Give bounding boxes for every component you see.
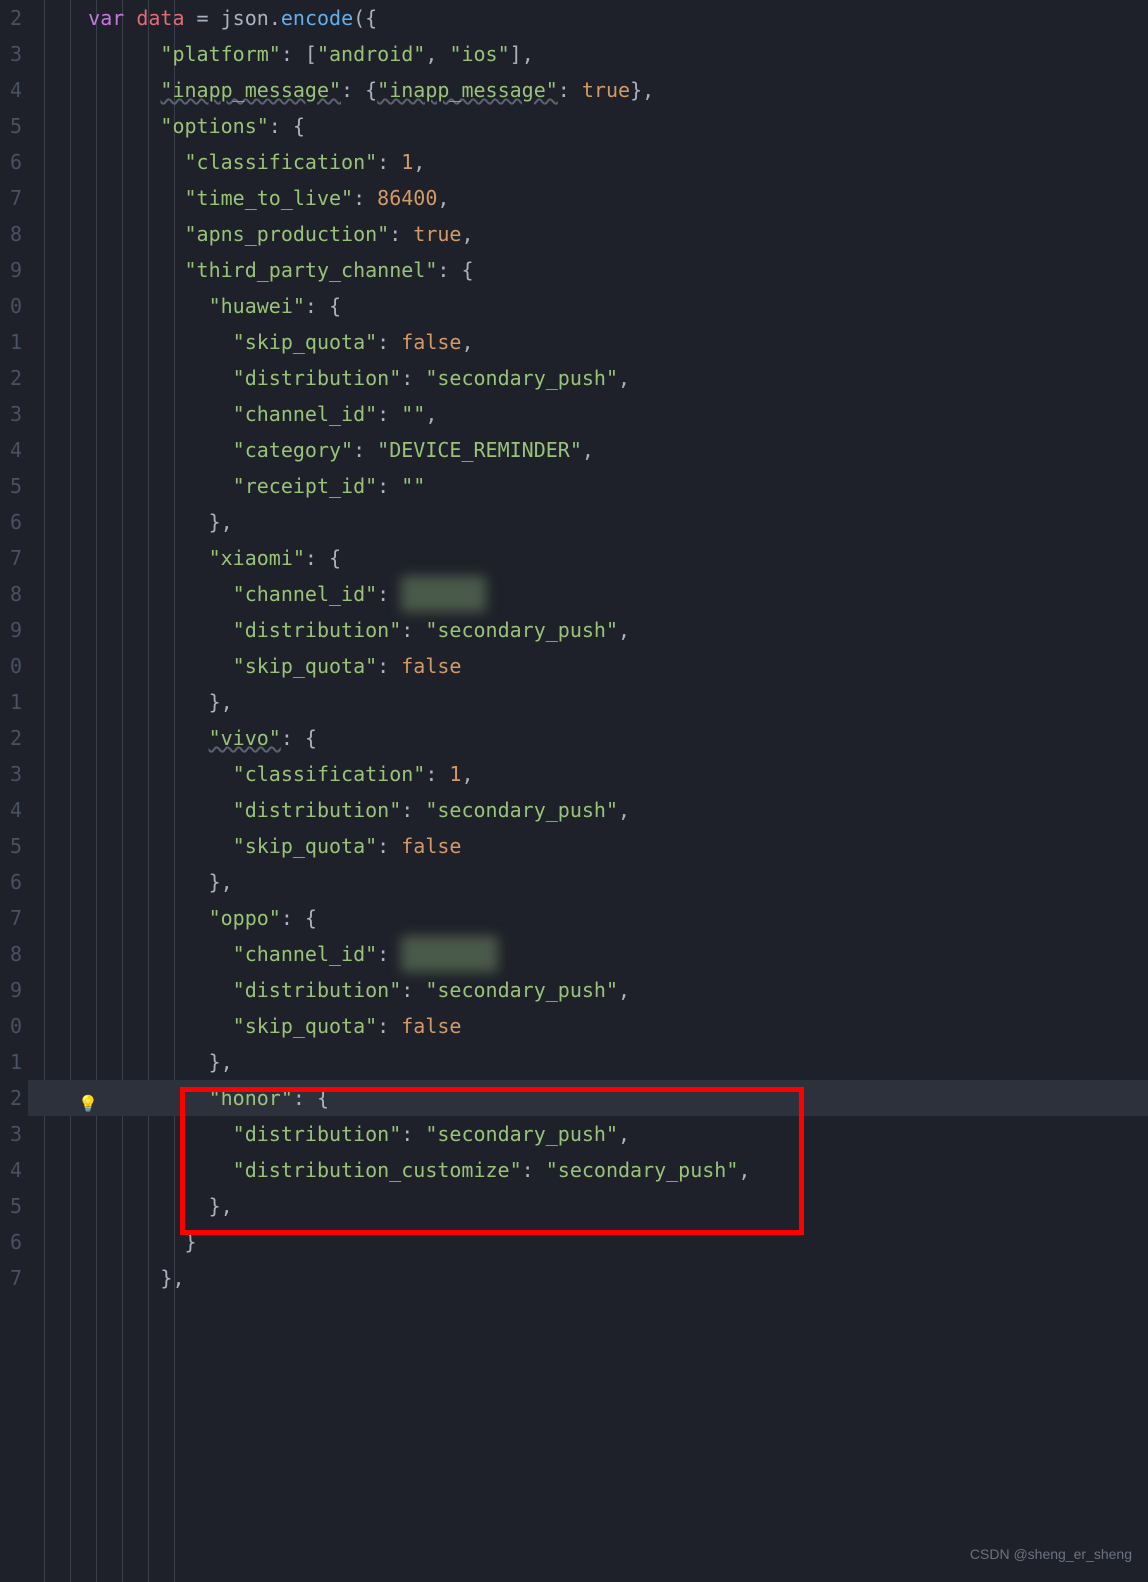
code-line[interactable]: "vivo": {: [28, 720, 1148, 756]
code-line[interactable]: }: [28, 1224, 1148, 1260]
code-line[interactable]: "honor": {: [28, 1080, 1148, 1116]
line-number: 6: [0, 504, 22, 540]
code-line[interactable]: },: [28, 864, 1148, 900]
line-number: 7: [0, 900, 22, 936]
code-content[interactable]: var data = json.encode({ "platform": ["a…: [28, 0, 1148, 1582]
line-number: 0: [0, 288, 22, 324]
code-line[interactable]: "skip_quota": false: [28, 1008, 1148, 1044]
line-number: 5: [0, 468, 22, 504]
code-line[interactable]: "channel_id": xxxxxxxx: [28, 936, 1148, 972]
line-number: 4: [0, 1152, 22, 1188]
code-line[interactable]: "oppo": {: [28, 900, 1148, 936]
code-line[interactable]: "inapp_message": {"inapp_message": true}…: [28, 72, 1148, 108]
line-number: 8: [0, 936, 22, 972]
line-number: 7: [0, 180, 22, 216]
code-line[interactable]: "distribution": "secondary_push",: [28, 792, 1148, 828]
line-number: 2: [0, 360, 22, 396]
line-number: 0: [0, 648, 22, 684]
line-number: 3: [0, 36, 22, 72]
code-editor[interactable]: 234567890123456789012345678901234567 var…: [0, 0, 1148, 1582]
line-number: 6: [0, 144, 22, 180]
line-number: 1: [0, 324, 22, 360]
code-line[interactable]: },: [28, 684, 1148, 720]
code-line[interactable]: "options": {: [28, 108, 1148, 144]
line-number: 7: [0, 540, 22, 576]
line-number: 6: [0, 1224, 22, 1260]
code-line[interactable]: "skip_quota": false: [28, 648, 1148, 684]
line-number: 4: [0, 72, 22, 108]
code-line[interactable]: "distribution": "secondary_push",: [28, 612, 1148, 648]
line-number: 8: [0, 576, 22, 612]
redacted-value: xxxxxxx: [401, 576, 485, 612]
code-line[interactable]: "xiaomi": {: [28, 540, 1148, 576]
code-line[interactable]: },: [28, 1188, 1148, 1224]
watermark-text: CSDN @sheng_er_sheng: [970, 1536, 1132, 1572]
line-number: 9: [0, 612, 22, 648]
lightbulb-icon[interactable]: 💡: [78, 1086, 98, 1122]
code-line[interactable]: },: [28, 1260, 1148, 1296]
code-line[interactable]: "skip_quota": false,: [28, 324, 1148, 360]
code-line[interactable]: "platform": ["android", "ios"],: [28, 36, 1148, 72]
code-line[interactable]: },: [28, 504, 1148, 540]
line-number: 5: [0, 828, 22, 864]
line-number: 2: [0, 0, 22, 36]
line-number: 2: [0, 720, 22, 756]
line-number: 9: [0, 252, 22, 288]
code-line[interactable]: "third_party_channel": {: [28, 252, 1148, 288]
line-number: 5: [0, 108, 22, 144]
code-line[interactable]: "channel_id": "",: [28, 396, 1148, 432]
code-line[interactable]: "distribution": "secondary_push",: [28, 1116, 1148, 1152]
line-number: 5: [0, 1188, 22, 1224]
line-number: 1: [0, 1044, 22, 1080]
line-number: 8: [0, 216, 22, 252]
code-line[interactable]: "distribution_customize": "secondary_pus…: [28, 1152, 1148, 1188]
code-line[interactable]: "time_to_live": 86400,: [28, 180, 1148, 216]
line-number: 9: [0, 972, 22, 1008]
line-number: 3: [0, 396, 22, 432]
code-line[interactable]: "receipt_id": "": [28, 468, 1148, 504]
code-line[interactable]: "classification": 1,: [28, 756, 1148, 792]
code-line[interactable]: "skip_quota": false: [28, 828, 1148, 864]
line-number: 4: [0, 432, 22, 468]
line-number: 7: [0, 1260, 22, 1296]
code-line[interactable]: "category": "DEVICE_REMINDER",: [28, 432, 1148, 468]
line-number: 1: [0, 684, 22, 720]
code-line[interactable]: "distribution": "secondary_push",: [28, 972, 1148, 1008]
line-number: 3: [0, 756, 22, 792]
line-number: 3: [0, 1116, 22, 1152]
line-number-gutter: 234567890123456789012345678901234567: [0, 0, 28, 1582]
code-line[interactable]: "huawei": {: [28, 288, 1148, 324]
code-line[interactable]: "apns_production": true,: [28, 216, 1148, 252]
line-number: 4: [0, 792, 22, 828]
code-line[interactable]: "channel_id": xxxxxxx: [28, 576, 1148, 612]
code-line[interactable]: "classification": 1,: [28, 144, 1148, 180]
line-number: 0: [0, 1008, 22, 1044]
line-number: 6: [0, 864, 22, 900]
code-line[interactable]: },: [28, 1044, 1148, 1080]
code-line[interactable]: var data = json.encode({: [28, 0, 1148, 36]
redacted-value: xxxxxxxx: [401, 936, 497, 972]
line-number: 2: [0, 1080, 22, 1116]
code-line[interactable]: "distribution": "secondary_push",: [28, 360, 1148, 396]
